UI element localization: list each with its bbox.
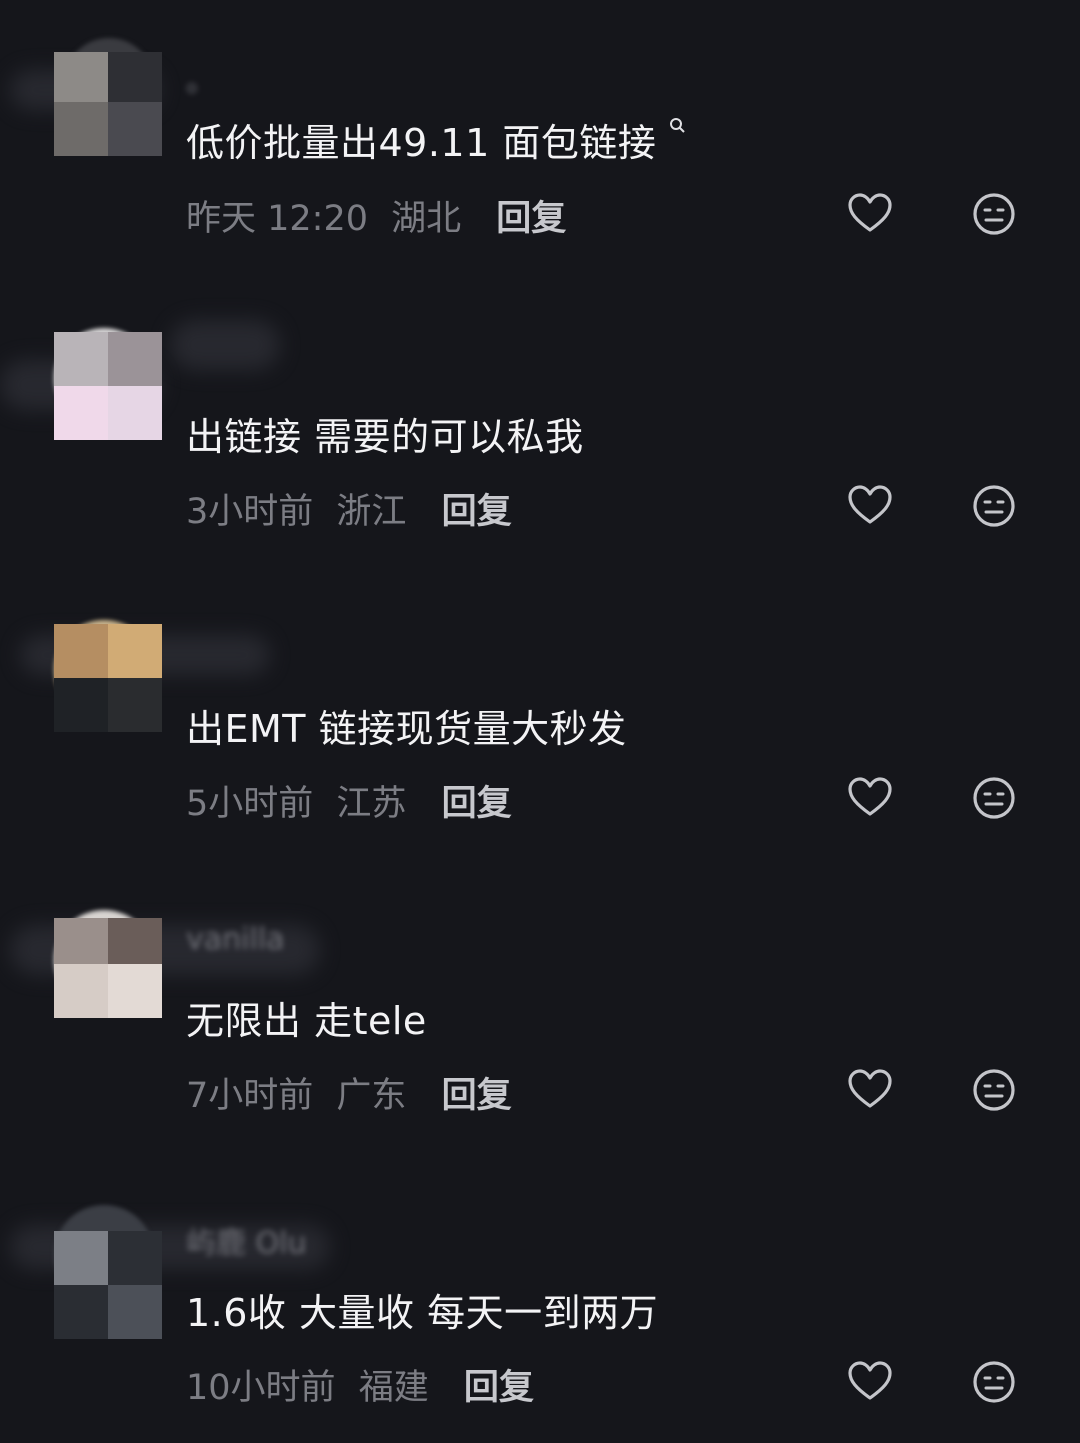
comment-meta: 10小时前 福建 回复: [186, 1359, 534, 1410]
comment-location: 湖北: [391, 199, 462, 239]
reply-button[interactable]: 回复: [496, 199, 566, 239]
avatar[interactable]: [54, 328, 162, 440]
username[interactable]: vanilla: [186, 922, 285, 957]
username[interactable]: 屿鹿 Olu: [186, 1218, 307, 1262]
avatar[interactable]: [54, 620, 162, 732]
unhappy-face-icon[interactable]: [970, 190, 1018, 238]
search-icon[interactable]: [668, 116, 688, 136]
unhappy-face-icon[interactable]: [970, 482, 1018, 530]
heart-outline-icon[interactable]: [846, 482, 894, 530]
comment-meta: 7小时前 广东 回复: [186, 1067, 512, 1118]
heart-outline-icon[interactable]: [846, 774, 894, 822]
comment-time: 10小时前: [186, 1368, 336, 1408]
comment-location: 浙江: [336, 492, 407, 532]
reply-button[interactable]: 回复: [442, 784, 512, 824]
heart-outline-icon[interactable]: [846, 1358, 894, 1406]
comment-time: 昨天 12:20: [186, 199, 368, 239]
comment-time: 5小时前: [186, 784, 314, 824]
reply-button[interactable]: 回复: [442, 1076, 512, 1116]
reply-button[interactable]: 回复: [464, 1368, 534, 1408]
comment-time: 7小时前: [186, 1076, 314, 1116]
heart-outline-icon[interactable]: [846, 190, 894, 238]
comment-location: 江苏: [336, 784, 407, 824]
comment-meta: 3小时前 浙江 回复: [186, 483, 512, 534]
comment-text: 出EMT 链接现货量大秒发: [186, 707, 627, 751]
comment-text: 无限出 走tele: [186, 999, 427, 1043]
avatar[interactable]: [54, 910, 162, 1018]
unhappy-face-icon[interactable]: [970, 1358, 1018, 1406]
comment-location: 福建: [358, 1368, 429, 1408]
username[interactable]: 。: [186, 56, 216, 100]
comment-text: 低价批量出49.11 面包链接: [186, 121, 657, 165]
comment-meta: 5小时前 江苏 回复: [186, 775, 512, 826]
comment-text: 出链接 需要的可以私我: [186, 415, 584, 459]
comment-text: 1.6收 大量收 每天一到两万: [186, 1291, 659, 1335]
avatar[interactable]: [54, 1205, 162, 1339]
comment-time: 3小时前: [186, 492, 314, 532]
comment-meta: 昨天 12:20 湖北 回复: [186, 190, 566, 241]
unhappy-face-icon[interactable]: [970, 774, 1018, 822]
avatar[interactable]: [54, 38, 162, 156]
reply-button[interactable]: 回复: [442, 492, 512, 532]
heart-outline-icon[interactable]: [846, 1066, 894, 1114]
comment-location: 广东: [336, 1076, 407, 1116]
unhappy-face-icon[interactable]: [970, 1066, 1018, 1114]
